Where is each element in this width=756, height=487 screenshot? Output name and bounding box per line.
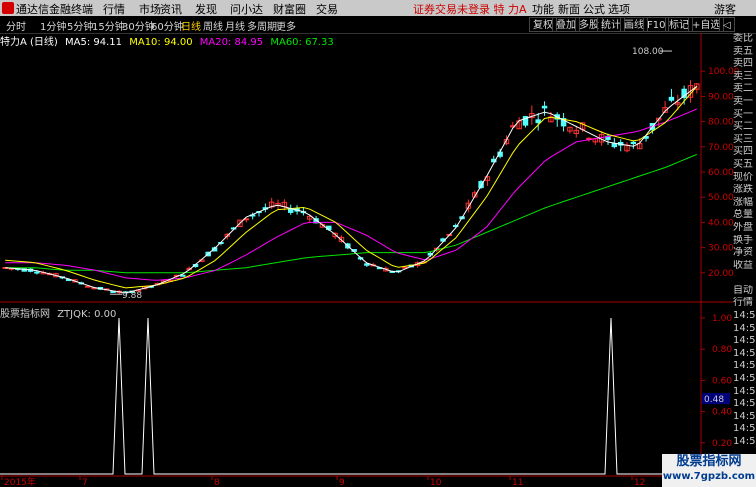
side-label: 买四 xyxy=(733,146,753,158)
candle-body xyxy=(611,143,618,148)
side-label: 收益 xyxy=(733,259,753,271)
side-label: 14:50 xyxy=(733,322,756,334)
date-tick-label: 11 xyxy=(512,478,523,487)
date-tick-label: 9 xyxy=(339,478,345,487)
side-label: 现价 xyxy=(733,171,753,183)
side-label: 换手 xyxy=(733,234,753,246)
side-label: 14:50 xyxy=(733,360,756,372)
candle-body xyxy=(535,119,541,124)
indicator-label: 股票指标网 xyxy=(0,309,50,320)
price-tick-label: 60.00 xyxy=(708,168,734,178)
side-label: 涨幅 xyxy=(733,196,753,208)
price-tick-label: 90.00 xyxy=(708,92,734,102)
indicator-tick-label: 0.20 xyxy=(712,439,732,449)
date-tick-label: 10 xyxy=(430,478,442,487)
side-label: 14:50 xyxy=(733,385,756,397)
indicator-tick-label: 1.00 xyxy=(712,314,732,324)
quote-side-panel: 委比 卖五 卖四 卖三 卖二 卖一 买一 买二 买三 买四 买五 现价 涨跌 涨幅 总量 外盘 换手 净资 收益自动… xyxy=(733,33,756,487)
ma10-line xyxy=(5,85,698,289)
candle-body xyxy=(668,96,675,101)
candle-body xyxy=(34,271,40,274)
price-tick-label: 40.00 xyxy=(708,218,734,228)
kline-chart[interactable]: 100.0090.0080.0070.0060.0050.0040.0030.0… xyxy=(0,0,756,487)
side-label: 卖四 xyxy=(733,58,753,70)
price-tick-label: 70.00 xyxy=(708,143,734,153)
date-tick-label: 8 xyxy=(214,478,220,487)
side-label: 总量 xyxy=(733,209,753,221)
indicator-tick-label: 0.60 xyxy=(712,376,732,386)
indicator-header: 股票指标网 ZTJQK: 0.00 xyxy=(0,305,116,320)
side-label: 14:50 xyxy=(733,335,756,347)
side-label: 14:50 xyxy=(733,436,756,447)
side-label xyxy=(733,272,756,285)
side-label: 买二 xyxy=(733,121,753,133)
side-label: 14:50 xyxy=(733,423,756,435)
watermark-title: 股票指标网 xyxy=(676,454,742,469)
side-label: 卖二 xyxy=(733,83,753,95)
indicator-tick-label: 0.40 xyxy=(712,408,732,418)
date-tick-label: 12 xyxy=(634,478,645,487)
side-label: 委比 xyxy=(733,33,753,44)
indicator-value: ZTJQK: 0.00 xyxy=(57,309,117,320)
side-label: 14:50 xyxy=(733,347,756,359)
high-annotation: 108.00 xyxy=(632,47,664,57)
indicator-tick-label: 0.80 xyxy=(712,345,732,355)
candle-body xyxy=(287,208,294,213)
side-label: 买一 xyxy=(733,108,753,120)
side-label: 卖一 xyxy=(733,95,753,107)
low-annotation: 9.88 xyxy=(122,291,142,301)
side-label: 买五 xyxy=(733,158,753,170)
side-label: 卖三 xyxy=(733,70,753,82)
side-label: 外盘 xyxy=(733,221,753,233)
watermark-url: www.7gpzb.com xyxy=(662,471,756,482)
price-tick-label: 30.00 xyxy=(708,244,734,254)
candle-body xyxy=(180,274,186,277)
price-tick-label: 50.00 xyxy=(708,193,734,203)
side-label: 14:50 xyxy=(733,410,756,422)
indicator-marker: 0.48 xyxy=(704,395,724,405)
price-tick-label: 80.00 xyxy=(708,118,734,128)
price-tick-label: 20.00 xyxy=(708,269,734,279)
date-tick-label: 2015年 xyxy=(4,476,36,487)
side-label: 买三 xyxy=(733,133,753,145)
date-tick-label: 7 xyxy=(82,478,88,487)
side-label: 涨跌 xyxy=(733,184,753,196)
watermark: 股票指标网 www.7gpzb.com xyxy=(662,454,756,487)
side-label: 14:50 xyxy=(733,373,756,385)
candle-body xyxy=(541,105,548,109)
side-label: 自动 xyxy=(733,284,753,296)
candle-body xyxy=(630,141,637,145)
side-label: 14:50 xyxy=(733,310,756,322)
side-label: 净资 xyxy=(733,247,753,259)
ma5-line xyxy=(5,85,698,294)
side-label: 14:50 xyxy=(733,398,756,410)
side-label: 卖五 xyxy=(733,45,753,57)
side-label: 行情 xyxy=(733,297,753,309)
ma60-line xyxy=(5,153,697,274)
ztjqk-signal-line xyxy=(0,317,700,475)
